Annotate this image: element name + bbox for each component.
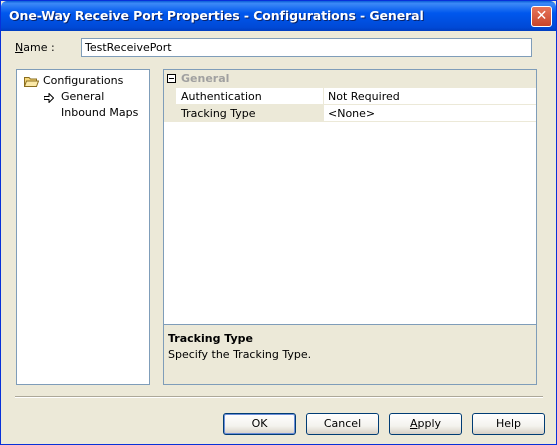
- property-name-cell: Tracking Type: [164, 105, 324, 122]
- window-title: One-Way Receive Port Properties - Config…: [9, 8, 424, 23]
- property-panel: General Authentication Not Required Trac…: [163, 69, 537, 385]
- description-title: Tracking Type: [168, 332, 253, 345]
- arrow-right-icon: [44, 93, 54, 103]
- property-value-cell[interactable]: Not Required: [324, 88, 536, 105]
- section-header-general[interactable]: General: [164, 70, 536, 88]
- section-title: General: [181, 72, 230, 85]
- property-row-authentication[interactable]: Authentication Not Required: [164, 88, 536, 105]
- name-input[interactable]: TestReceivePort: [81, 38, 532, 57]
- apply-button[interactable]: Apply: [389, 413, 462, 435]
- close-icon: ✕: [535, 8, 548, 24]
- help-button[interactable]: Help: [472, 413, 545, 435]
- collapse-icon[interactable]: [167, 74, 176, 83]
- open-folder-icon: [24, 77, 39, 87]
- property-value: Not Required: [328, 90, 400, 103]
- dialog-window: One-Way Receive Port Properties - Config…: [0, 0, 557, 445]
- description-divider[interactable]: [164, 324, 536, 325]
- close-button[interactable]: ✕: [531, 6, 552, 27]
- property-name-cell: Authentication: [164, 88, 324, 105]
- property-name: Tracking Type: [181, 107, 256, 120]
- tree-item-configurations[interactable]: Configurations: [43, 74, 123, 87]
- ok-button[interactable]: OK: [223, 413, 296, 435]
- tree-item-inbound-maps[interactable]: Inbound Maps: [61, 106, 138, 119]
- description-text: Specify the Tracking Type.: [168, 348, 312, 361]
- title-bar[interactable]: One-Way Receive Port Properties - Config…: [1, 1, 556, 31]
- row-gutter: [164, 88, 176, 105]
- row-gutter: [164, 105, 176, 122]
- property-value: <None>: [328, 107, 376, 120]
- cancel-button[interactable]: Cancel: [306, 413, 379, 435]
- property-value-cell[interactable]: <None>: [324, 105, 536, 122]
- property-grid[interactable]: General Authentication Not Required Trac…: [164, 70, 536, 324]
- name-label: Name :: [15, 41, 55, 54]
- property-name: Authentication: [181, 90, 262, 103]
- tree-item-general[interactable]: General: [61, 90, 104, 103]
- property-row-tracking-type[interactable]: Tracking Type <None>: [164, 105, 536, 122]
- configuration-tree[interactable]: Configurations General Inbound Maps: [16, 69, 150, 385]
- divider: [15, 396, 543, 398]
